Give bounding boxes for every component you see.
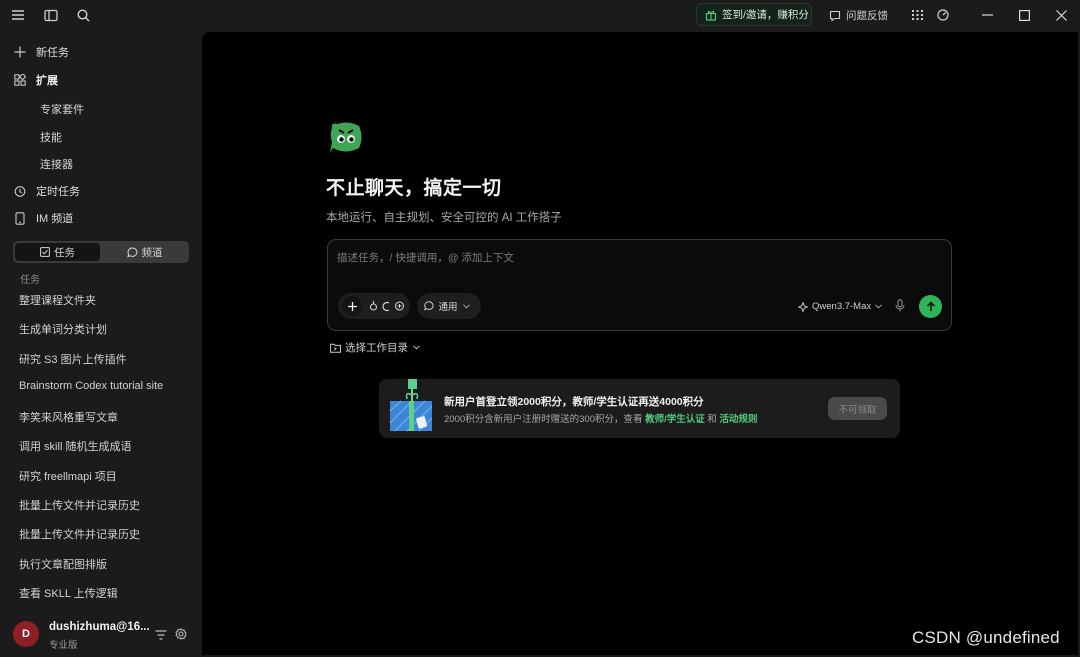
minimize-button[interactable] <box>967 0 1007 30</box>
close-button[interactable] <box>1041 0 1080 30</box>
minimize-icon <box>981 14 993 16</box>
promo-desc-text: 2000积分含新用户注册时赠送的300积分，查看 <box>444 414 646 425</box>
list-item[interactable]: 研究 freellmapi 项目 <box>19 468 194 497</box>
claim-button[interactable]: 不可领取 <box>828 397 887 420</box>
list-item[interactable]: 研究 S3 图片上传插件 <box>19 351 194 380</box>
tab-tasks-label: 任务 <box>54 246 75 259</box>
feedback-icon <box>829 10 841 22</box>
mode-label: 通用 <box>438 302 458 313</box>
user-plan: 专业版 <box>49 640 78 651</box>
search-icon[interactable] <box>74 6 92 24</box>
sidebar-item-scheduled-tasks[interactable]: 定时任务 <box>13 180 80 202</box>
maximize-icon <box>1018 9 1030 21</box>
chevron-down-icon <box>875 304 882 309</box>
apps-grid-icon[interactable] <box>908 6 926 24</box>
watermark: CSDN @undefined <box>912 628 1060 647</box>
sidebar-item-im-channel[interactable]: IM 频道 <box>13 207 73 229</box>
list-item[interactable]: 查看 SKLL 上传逻辑 <box>19 585 194 614</box>
skill-icon-2 <box>382 301 390 312</box>
gift-icon <box>705 9 717 21</box>
gift-box-icon <box>387 379 435 435</box>
skill-icon-1 <box>369 301 378 311</box>
workdir-label: 选择工作目录 <box>345 342 408 354</box>
attachment-group <box>338 293 410 319</box>
user-name: dushizhuma@16... <box>49 621 150 633</box>
title-bar: 签到/邀请，赚积分 问题反馈 <box>0 0 1080 30</box>
checkin-promo-label: 签到/邀请，赚积分 <box>722 9 809 21</box>
scheduled-tasks-label: 定时任务 <box>36 186 80 198</box>
new-user-promo-card: 新用户首登立领2000积分，教师/学生认证再送4000积分 2000积分含新用户… <box>379 379 900 438</box>
list-item[interactable]: 生成单词分类计划 <box>19 321 194 350</box>
workdir-select[interactable]: 选择工作目录 <box>330 340 424 355</box>
list-item[interactable]: 批量上传文件并记录历史 <box>19 497 194 526</box>
activity-rules-link[interactable]: 活动规则 <box>720 414 758 425</box>
checkbox-icon <box>40 247 50 257</box>
promo-desc-and: 和 <box>704 414 720 425</box>
clock-icon <box>13 184 27 198</box>
model-label: Qwen3.7-Max <box>812 301 872 312</box>
checkin-promo-button[interactable]: 签到/邀请，赚积分 <box>696 3 812 26</box>
extensions-label: 扩展 <box>36 75 58 87</box>
tab-tasks[interactable]: 任务 <box>15 243 100 261</box>
task-composer: 通用 Qwen3.7-Max <box>327 239 952 331</box>
promo-title: 新用户首登立领2000积分，教师/学生认证再送4000积分 <box>444 396 704 408</box>
list-item[interactable]: 整理课程文件夹 <box>19 292 194 321</box>
user-profile[interactable]: D dushizhuma@16... 专业版 <box>13 620 193 651</box>
microphone-icon[interactable] <box>895 299 905 317</box>
plus-icon <box>347 301 357 311</box>
page-subtitle: 本地运行、自主规划、安全可控的 AI 工作搭子 <box>326 212 562 224</box>
extensions-icon <box>13 73 27 87</box>
menu-icon[interactable] <box>9 6 27 24</box>
chat-bubble-icon <box>126 247 137 257</box>
list-item[interactable]: Brainstorm Codex tutorial site <box>19 380 194 409</box>
plus-icon <box>13 45 27 59</box>
sidebar-item-connectors[interactable]: 连接器 <box>40 156 73 172</box>
list-item[interactable]: 调用 skill 随机生成成语 <box>19 438 194 467</box>
avatar: D <box>13 621 39 647</box>
im-channel-label: IM 频道 <box>36 213 74 225</box>
promo-description: 2000积分含新用户注册时赠送的300积分，查看 教师/学生认证 和 活动规则 <box>444 411 758 425</box>
settings-gear-icon[interactable] <box>175 627 187 645</box>
sidebar: 新任务 扩展 专家套件 技能 连接器 定时任务 IM 频道 任务 频道 任务 整… <box>0 30 202 657</box>
page-title: 不止聊天，搞定一切 <box>326 178 502 199</box>
main-panel: 不止聊天，搞定一切 本地运行、自主规划、安全可控的 AI 工作搭子 通用 Qwe… <box>202 32 1078 655</box>
tab-channels-label: 频道 <box>141 246 163 259</box>
task-list: 整理课程文件夹 生成单词分类计划 研究 S3 图片上传插件 Brainstorm… <box>19 292 194 614</box>
maximize-button[interactable] <box>1004 0 1044 30</box>
mode-select[interactable]: 通用 <box>417 293 481 319</box>
send-button[interactable] <box>919 295 942 318</box>
task-channel-switcher: 任务 频道 <box>13 241 189 263</box>
list-item[interactable]: 李笑来风格重写文章 <box>19 409 194 438</box>
chevron-down-icon <box>413 345 420 350</box>
phone-icon <box>13 211 27 225</box>
add-button[interactable] <box>342 296 362 316</box>
close-icon <box>1055 9 1067 21</box>
feedback-button[interactable]: 问题反馈 <box>829 8 888 23</box>
sidebar-toggle-icon[interactable] <box>42 6 60 24</box>
arrow-up-icon <box>926 301 935 311</box>
skill-icon-3 <box>394 301 405 311</box>
filter-icon[interactable] <box>155 627 167 645</box>
folder-icon <box>330 343 341 353</box>
sidebar-item-extensions[interactable]: 扩展 <box>13 69 58 91</box>
app-logo <box>327 118 365 156</box>
sidebar-item-new-task[interactable]: 新任务 <box>13 41 69 63</box>
model-icon <box>798 301 808 312</box>
teacher-student-verify-link[interactable]: 教师/学生认证 <box>645 414 705 425</box>
chevron-down-icon <box>462 303 470 309</box>
list-item[interactable]: 执行文章配图排版 <box>19 556 194 585</box>
sidebar-item-expert-suite[interactable]: 专家套件 <box>40 101 84 117</box>
new-task-label: 新任务 <box>36 47 69 59</box>
task-input[interactable] <box>337 252 937 264</box>
model-select[interactable]: Qwen3.7-Max <box>794 301 886 312</box>
tab-channels[interactable]: 频道 <box>102 243 187 261</box>
gauge-icon[interactable] <box>934 6 952 24</box>
sidebar-item-skills[interactable]: 技能 <box>40 129 62 145</box>
tasks-section-label: 任务 <box>20 275 40 286</box>
chat-bubble-icon <box>424 301 434 311</box>
skill-icons[interactable] <box>368 298 405 314</box>
feedback-label: 问题反馈 <box>846 10 888 22</box>
list-item[interactable]: 批量上传文件并记录历史 <box>19 526 194 555</box>
